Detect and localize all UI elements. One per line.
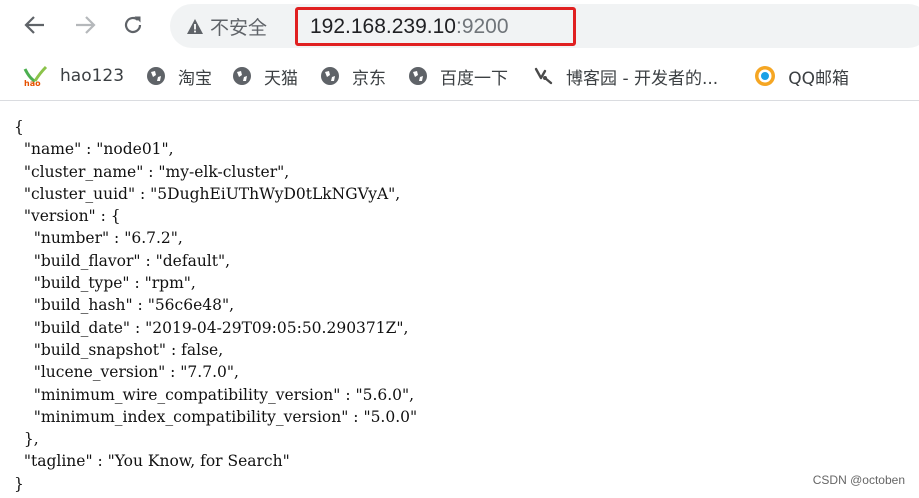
address-bar[interactable]: 不安全 192.168.239.10:9200 bbox=[170, 4, 919, 48]
watermark: CSDN @octoben bbox=[812, 473, 905, 487]
qq-mail-icon bbox=[754, 65, 776, 87]
json-line: }, bbox=[14, 430, 39, 449]
reload-icon bbox=[124, 16, 142, 34]
json-line: "build_date" : "2019-04-29T09:05:50.2903… bbox=[14, 318, 409, 337]
security-label: 不安全 bbox=[210, 16, 268, 39]
svg-text:hao: hao bbox=[24, 79, 41, 87]
globe-icon bbox=[320, 66, 340, 86]
bookmark-label: hao123 bbox=[60, 66, 125, 86]
hao123-icon: hao bbox=[22, 65, 48, 87]
json-line: "build_hash" : "56c6e48", bbox=[14, 296, 235, 315]
bookmark-cnblogs[interactable]: 博客园 - 开发者的... bbox=[524, 61, 726, 91]
browser-toolbar: 不安全 192.168.239.10:9200 bbox=[0, 0, 919, 52]
globe-icon bbox=[232, 66, 252, 86]
json-line: "cluster_name" : "my-elk-cluster", bbox=[14, 162, 290, 181]
back-button[interactable] bbox=[20, 10, 50, 40]
json-line: { bbox=[14, 118, 24, 136]
bookmark-label: 博客园 - 开发者的... bbox=[566, 68, 719, 89]
bookmark-qq-mail[interactable]: QQ邮箱 bbox=[746, 61, 857, 91]
json-line: "build_snapshot" : false, bbox=[14, 340, 224, 359]
warning-icon bbox=[187, 18, 203, 34]
json-line: "build_type" : "rpm", bbox=[14, 274, 196, 293]
bookmark-label: 百度一下 bbox=[440, 68, 509, 89]
bookmark-label: 京东 bbox=[352, 68, 387, 89]
cnblogs-icon bbox=[532, 66, 554, 86]
json-line: "lucene_version" : "7.7.0", bbox=[14, 363, 239, 382]
arrow-right-icon bbox=[76, 16, 96, 34]
bookmark-label: QQ邮箱 bbox=[788, 68, 849, 89]
globe-icon bbox=[408, 66, 428, 86]
json-line: "name" : "node01", bbox=[14, 140, 174, 159]
bookmark-jd[interactable]: 京东 bbox=[312, 61, 394, 91]
bookmark-baidu[interactable]: 百度一下 bbox=[400, 61, 516, 91]
json-response: { "name" : "node01", "cluster_name" : "m… bbox=[14, 116, 417, 495]
bookmark-hao123[interactable]: hao hao123 bbox=[14, 61, 132, 91]
json-line: "minimum_wire_compatibility_version" : "… bbox=[14, 385, 415, 404]
globe-icon bbox=[146, 66, 166, 86]
bookmark-label: 淘宝 bbox=[178, 68, 213, 89]
url-port: :9200 bbox=[455, 14, 509, 38]
json-line: "tagline" : "You Know, for Search" bbox=[14, 452, 290, 471]
json-line: "cluster_uuid" : "5DughEiUThWyD0tLkNGVyA… bbox=[14, 184, 401, 203]
arrow-left-icon bbox=[24, 16, 44, 34]
json-line: "version" : { bbox=[14, 207, 121, 226]
url-host: 192.168.239.10 bbox=[310, 14, 456, 38]
json-line: "build_flavor" : "default", bbox=[14, 251, 231, 270]
json-line: "number" : "6.7.2", bbox=[14, 229, 183, 248]
bookmarks-bar: hao hao123 淘宝 天猫 京东 百度一下 博客园 - 开发者的... Q… bbox=[0, 52, 919, 101]
bookmark-taobao[interactable]: 淘宝 bbox=[138, 61, 220, 91]
reload-button[interactable] bbox=[118, 10, 148, 40]
json-line: "minimum_index_compatibility_version" : … bbox=[14, 407, 418, 426]
bookmark-label: 天猫 bbox=[264, 68, 299, 89]
json-line: } bbox=[14, 474, 24, 493]
security-indicator[interactable]: 不安全 bbox=[186, 4, 267, 48]
url-highlight[interactable]: 192.168.239.10:9200 bbox=[295, 7, 576, 46]
forward-button[interactable] bbox=[70, 10, 100, 40]
bookmark-tmall[interactable]: 天猫 bbox=[224, 61, 306, 91]
